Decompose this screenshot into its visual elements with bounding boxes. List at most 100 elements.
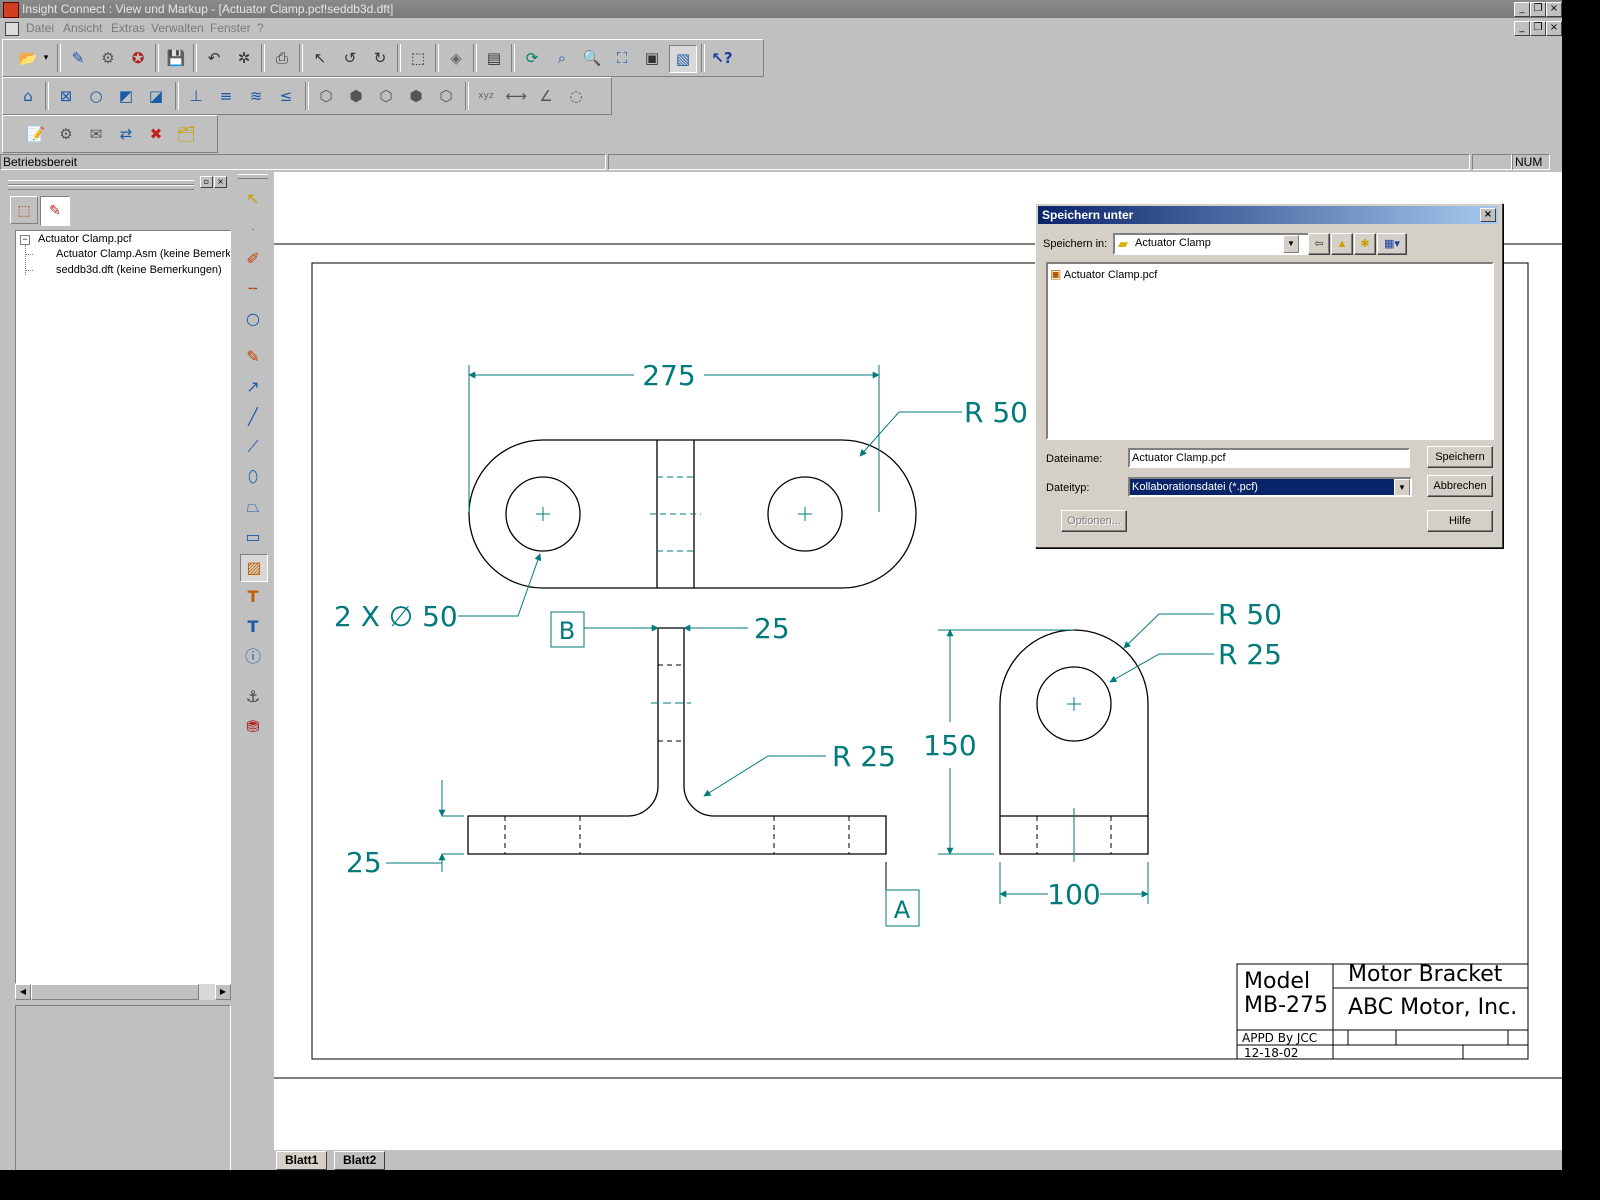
collab-share-icon[interactable]: ⚙ xyxy=(53,121,79,147)
cube-top-icon[interactable]: ⬢ xyxy=(403,83,429,109)
dialog-close-button[interactable]: × xyxy=(1480,208,1496,222)
markup-icon[interactable]: ✎ xyxy=(65,45,91,71)
refresh-icon[interactable]: ⟳ xyxy=(519,45,545,71)
window-icon[interactable]: ▣ xyxy=(639,45,665,71)
dash-tool-icon[interactable]: ╌ xyxy=(240,276,266,302)
undo-icon[interactable]: ↶ xyxy=(201,45,227,71)
stamp-tool-icon[interactable]: ⛃ xyxy=(240,714,266,740)
up-folder-icon[interactable]: ▲ xyxy=(1331,233,1353,255)
scroll-thumb[interactable] xyxy=(31,984,199,1000)
zoom-area-icon[interactable]: ⌕ xyxy=(549,45,575,71)
menu-verwalten[interactable]: Verwalten xyxy=(151,19,204,37)
cube-right-icon[interactable]: ⬡ xyxy=(373,83,399,109)
arrow-tool-icon[interactable]: ↗ xyxy=(240,374,266,400)
select-arrow-icon[interactable]: ↖ xyxy=(307,45,333,71)
panel-float-button[interactable]: ▫ xyxy=(200,176,213,188)
view-circle-icon[interactable]: ○ xyxy=(83,83,109,109)
select-box-icon[interactable]: ⬚ xyxy=(405,45,431,71)
close-button[interactable]: × xyxy=(1546,2,1562,17)
point-tool-icon[interactable]: · xyxy=(240,218,266,244)
scroll-left-button[interactable]: ◀ xyxy=(15,984,31,1000)
dim-angle-icon[interactable]: ≤ xyxy=(273,83,299,109)
cube-iso-icon[interactable]: ⬡ xyxy=(313,83,339,109)
measure-arc-icon[interactable]: ◌ xyxy=(563,83,589,109)
view-top-icon[interactable]: ⌂ xyxy=(15,83,41,109)
view-menu-icon[interactable]: ▦▾ xyxy=(1377,233,1407,255)
note-tool-icon[interactable]: ⓘ xyxy=(240,644,266,670)
redo-markup-icon[interactable]: ↻ xyxy=(367,45,393,71)
doc-restore-button[interactable]: ❐ xyxy=(1530,21,1546,36)
cancel-button[interactable]: Abbrechen xyxy=(1427,475,1493,497)
collab-remove-icon[interactable]: ✖ xyxy=(143,121,169,147)
minimize-button[interactable]: _ xyxy=(1514,2,1530,17)
view-angle-icon[interactable]: ◪ xyxy=(143,83,169,109)
select-tool-icon[interactable]: ↖ xyxy=(240,186,266,212)
panel-close-button[interactable]: × xyxy=(214,176,227,188)
dim-chain-icon[interactable]: ≋ xyxy=(243,83,269,109)
filetype-select[interactable]: Kollaborationsdatei (*.pcf) ▼ xyxy=(1128,477,1412,497)
tab-blatt2[interactable]: Blatt2 xyxy=(334,1151,386,1170)
menu-extras[interactable]: Extras xyxy=(111,19,145,37)
rectangle-tool-icon[interactable]: ▭ xyxy=(240,524,266,550)
text-box-tool-icon[interactable]: T xyxy=(240,584,266,610)
cube-front-icon[interactable]: ⬢ xyxy=(343,83,369,109)
undo-markup-icon[interactable]: ↺ xyxy=(337,45,363,71)
xyz-icon[interactable]: xyz xyxy=(473,83,499,109)
line-tool-icon[interactable]: ╱ xyxy=(240,404,266,430)
redline-icon[interactable]: ✪ xyxy=(125,45,151,71)
filename-input[interactable]: Actuator Clamp.pcf xyxy=(1128,448,1410,468)
file-item[interactable]: ▣ Actuator Clamp.pcf xyxy=(1050,267,1157,281)
polygon-tool-icon[interactable]: ⏢ xyxy=(240,494,266,520)
hatch-tool-icon[interactable]: ▨ xyxy=(240,554,268,582)
collab-send-icon[interactable]: ✉ xyxy=(83,121,109,147)
save-in-combo[interactable]: ▰ Actuator Clamp ▼ xyxy=(1113,233,1319,255)
measure-angle-icon[interactable]: ∠ xyxy=(533,83,559,109)
anchor-tool-icon[interactable]: ⚓ xyxy=(240,684,266,710)
tree-root-item[interactable]: Actuator Clamp.pcf xyxy=(38,233,132,245)
save-icon[interactable]: 💾 xyxy=(163,45,189,71)
layout-icon[interactable]: ▤ xyxy=(481,45,507,71)
tree-hscrollbar[interactable]: ◀ ▶ xyxy=(15,984,231,1000)
cube-wire-icon[interactable]: ⬡ xyxy=(433,83,459,109)
view-front-icon[interactable]: ⊠ xyxy=(53,83,79,109)
tab-collaboration-icon[interactable]: ⬚ xyxy=(10,196,38,224)
zoom-icon[interactable]: 🔍 xyxy=(579,45,605,71)
save-button[interactable]: Speichern xyxy=(1427,446,1493,468)
polyline-tool-icon[interactable]: ⟋ xyxy=(240,434,266,460)
open-dropdown-icon[interactable]: ▾ xyxy=(39,45,53,71)
context-help-icon[interactable]: ↖? xyxy=(709,45,735,71)
tree-collapse-icon[interactable]: − xyxy=(20,235,30,245)
help-button[interactable]: Hilfe xyxy=(1427,510,1493,532)
review-icon[interactable]: ⚙ xyxy=(95,45,121,71)
ellipse-tool-icon[interactable]: ⬯ xyxy=(240,464,266,490)
collab-sync-icon[interactable]: ⇄ xyxy=(113,121,139,147)
doc-minimize-button[interactable]: _ xyxy=(1514,21,1530,36)
tab-markup-icon[interactable]: ✎ xyxy=(40,196,70,226)
doc-close-button[interactable]: × xyxy=(1546,21,1562,36)
scroll-right-button[interactable]: ▶ xyxy=(215,984,231,1000)
save-in-dropdown-icon[interactable]: ▼ xyxy=(1283,235,1299,253)
menu-datei[interactable]: Datei xyxy=(26,19,54,37)
text-tool-icon[interactable]: T xyxy=(240,614,266,640)
tree-item-asm[interactable]: Actuator Clamp.Asm (keine Bemerkungen) xyxy=(56,248,230,260)
tree-item-dft[interactable]: seddb3d.dft (keine Bemerkungen) xyxy=(56,264,222,276)
dim-stack-icon[interactable]: ≡ xyxy=(213,83,239,109)
settings-icon[interactable]: ✲ xyxy=(231,45,257,71)
restore-button[interactable]: ❐ xyxy=(1530,2,1546,17)
dim-linear-icon[interactable]: ⊥ xyxy=(183,83,209,109)
filetype-dropdown-icon[interactable]: ▼ xyxy=(1394,479,1410,495)
shaded-view-icon[interactable]: ▧ xyxy=(669,45,697,73)
open-icon[interactable]: 📂 xyxy=(15,45,41,71)
menu-ansicht[interactable]: Ansicht xyxy=(63,19,102,37)
tab-blatt1[interactable]: Blatt1 xyxy=(276,1151,328,1170)
options-button[interactable]: Optionen... xyxy=(1061,510,1127,532)
new-folder-icon[interactable]: ✱ xyxy=(1354,233,1376,255)
collab-new-icon[interactable]: 📝 xyxy=(23,121,49,147)
app-icon[interactable] xyxy=(3,2,19,18)
print-icon[interactable]: ⎙ xyxy=(269,45,295,71)
collab-folder-icon[interactable]: 🗂 xyxy=(173,121,199,147)
freehand-tool-icon[interactable]: ✎ xyxy=(240,344,266,370)
smart-pen-icon[interactable]: ✐ xyxy=(240,246,266,272)
fit-icon[interactable]: ⛶ xyxy=(609,45,635,71)
back-icon[interactable]: ⇦ xyxy=(1308,233,1330,255)
